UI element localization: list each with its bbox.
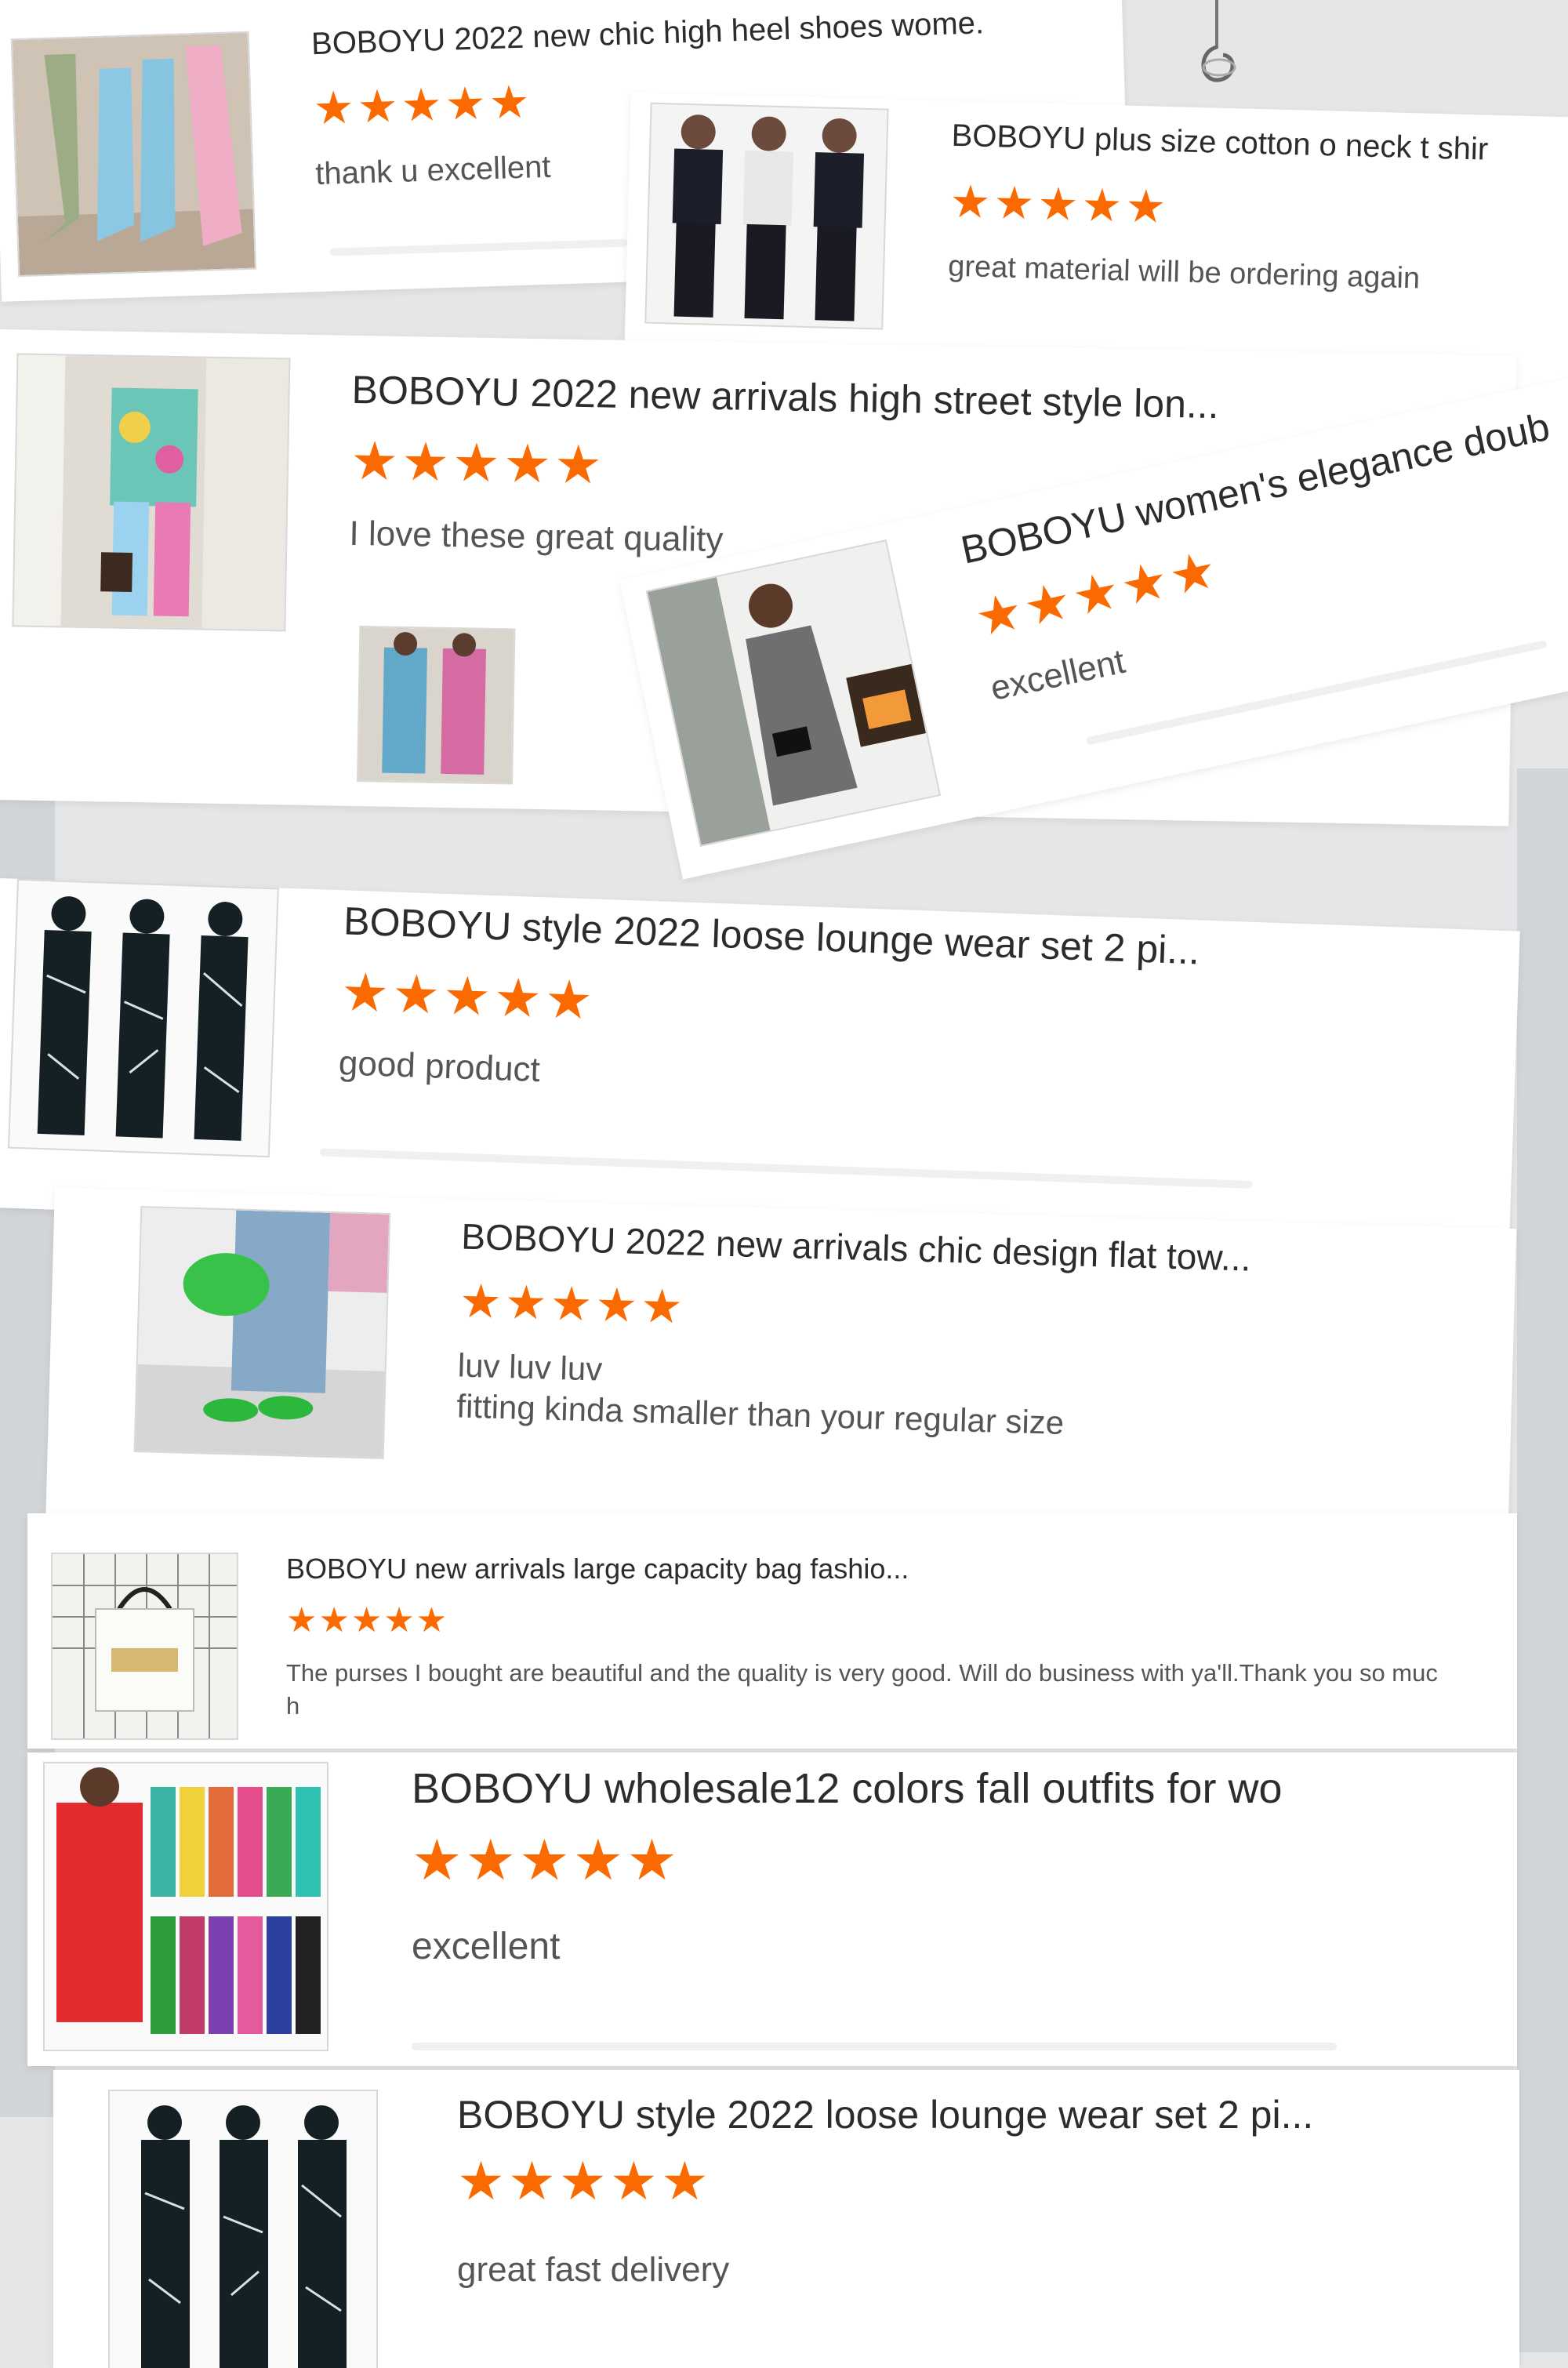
star-rating: ★★★★★: [949, 176, 1171, 234]
product-image-flat-slides[interactable]: [133, 1206, 391, 1459]
product-image-tote-bag[interactable]: [51, 1553, 238, 1740]
review-comment-line-2: h: [286, 1692, 300, 1720]
star-rating: ★★★★★: [312, 76, 534, 135]
product-image-boots[interactable]: [10, 31, 257, 278]
review-comment: I love these great quality: [349, 514, 724, 560]
star-rating: ★★★★★: [459, 1274, 687, 1334]
review-comment-line-2: fitting kinda smaller than your regular …: [456, 1387, 1065, 1442]
divider: [319, 1148, 1253, 1189]
product-image-tshirt[interactable]: [644, 102, 889, 330]
product-title[interactable]: BOBOYU plus size cotton o neck t shir: [951, 118, 1489, 168]
review-comment: great material will be ordering again: [947, 249, 1421, 296]
product-title[interactable]: BOBOYU new arrivals large capacity bag f…: [286, 1553, 909, 1585]
product-title[interactable]: BOBOYU wholesale12 colors fall outfits f…: [412, 1764, 1282, 1813]
star-rating: ★★★★★: [339, 962, 597, 1031]
product-title[interactable]: BOBOYU 2022 new arrivals high street sty…: [351, 367, 1219, 427]
review-card-twelve-color-outfits[interactable]: BOBOYU wholesale12 colors fall outfits f…: [27, 1752, 1517, 2066]
star-rating: ★★★★★: [350, 430, 606, 496]
hanger-hook-icon: [1201, 0, 1236, 82]
review-comment: great fast delivery: [457, 2250, 730, 2289]
star-rating: ★★★★★: [412, 1829, 681, 1892]
divider: [329, 238, 628, 256]
review-comment: thank u excellent: [314, 149, 552, 192]
product-title[interactable]: BOBOYU 2022 new chic high heel shoes wom…: [310, 5, 984, 62]
product-image-blazer-dress[interactable]: [645, 539, 942, 848]
review-comment: luv luv luv: [457, 1346, 603, 1388]
review-comment: excellent: [987, 641, 1129, 708]
product-image-lounge-set[interactable]: [7, 878, 279, 1158]
product-title[interactable]: BOBOYU style 2022 loose lounge wear set …: [343, 898, 1200, 973]
review-comment: The purses I bought are beautiful and th…: [286, 1659, 1438, 1687]
review-card-tote-bag[interactable]: BOBOYU new arrivals large capacity bag f…: [27, 1513, 1517, 1749]
review-comment: good product: [338, 1044, 541, 1090]
review-card-lounge-set-2[interactable]: BOBOYU style 2022 loose lounge wear set …: [53, 2070, 1519, 2368]
product-title[interactable]: BOBOYU 2022 new arrivals chic design fla…: [461, 1215, 1251, 1280]
review-comment: excellent: [412, 1926, 561, 1967]
product-image-twelve-color-outfits[interactable]: [43, 1762, 328, 2051]
divider: [412, 2043, 1337, 2050]
customer-photo[interactable]: [356, 626, 516, 785]
star-rating: ★★★★★: [286, 1601, 449, 1640]
product-title[interactable]: BOBOYU style 2022 loose lounge wear set …: [457, 2092, 1313, 2137]
star-rating: ★★★★★: [457, 2152, 712, 2211]
product-image-lounge-set[interactable]: [108, 2090, 378, 2368]
product-image-graffiti-set[interactable]: [12, 353, 291, 632]
